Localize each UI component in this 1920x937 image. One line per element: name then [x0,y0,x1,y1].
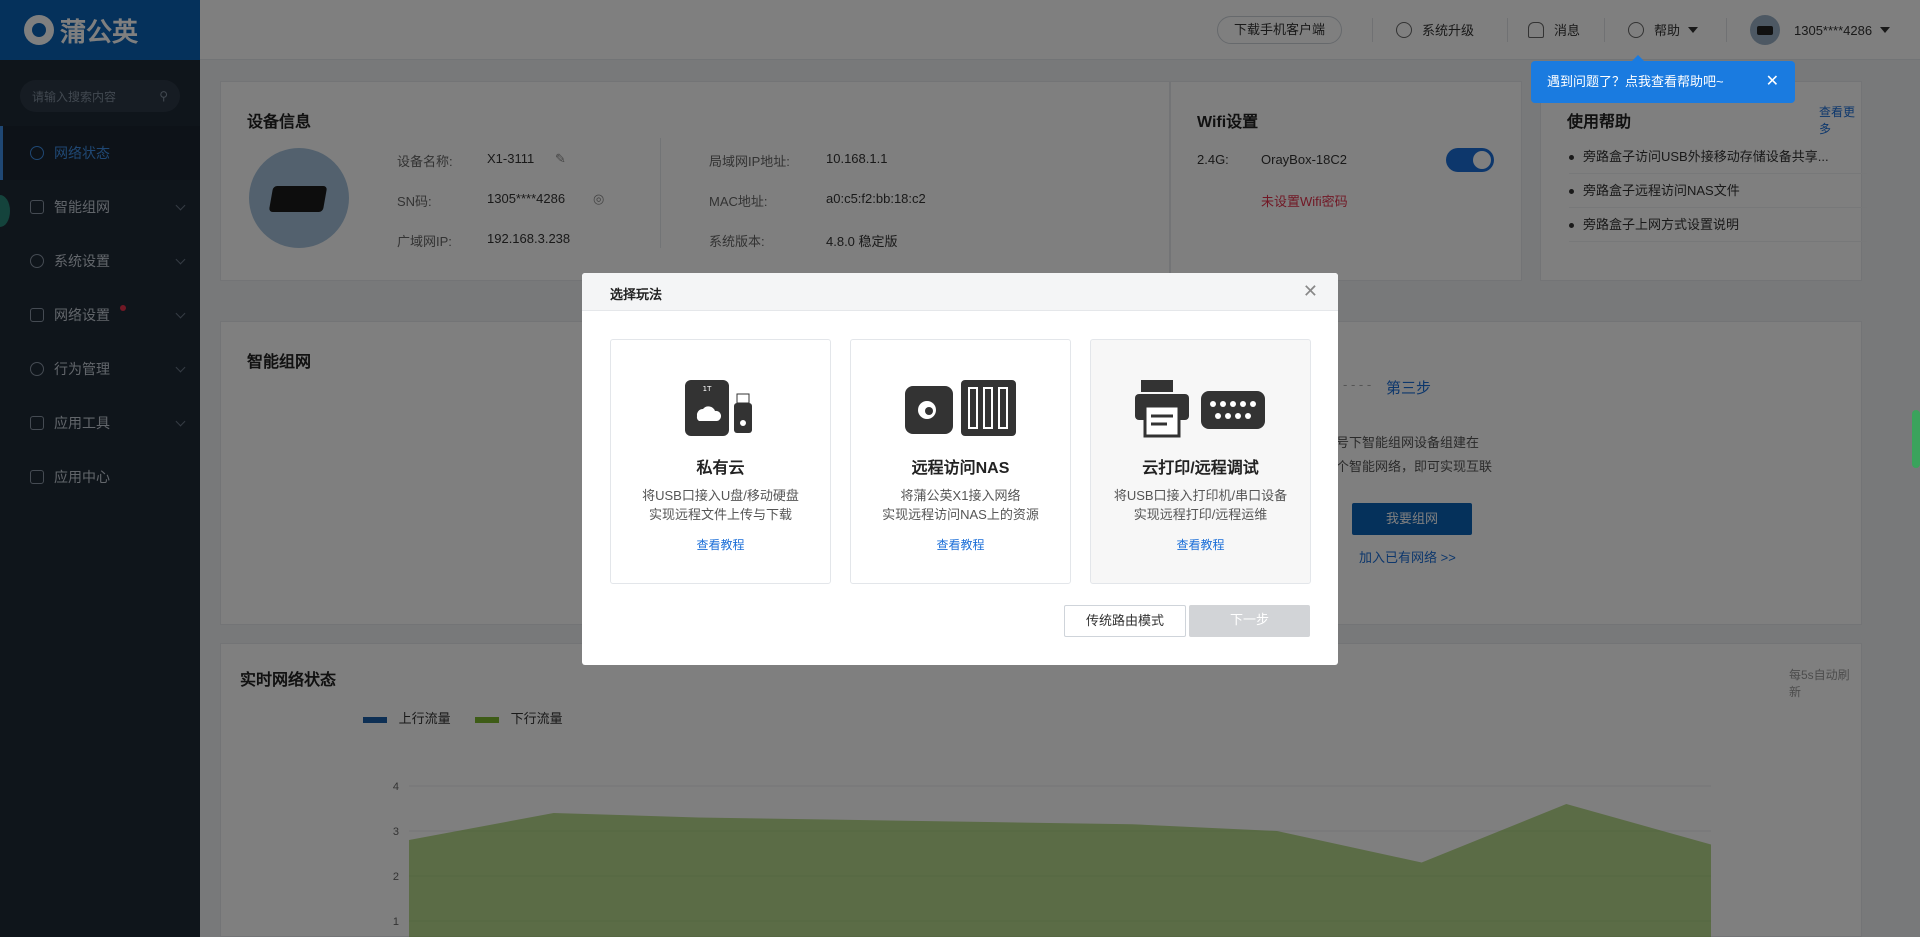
tutorial-link[interactable]: 查看教程 [1091,536,1310,553]
disk-capacity-label: 1T [703,385,712,393]
cloud-usb-icon: 1T [685,380,752,436]
traditional-router-button[interactable]: 传统路由模式 [1064,605,1186,637]
nas-icon [905,380,1016,436]
option-desc: 将USB口接入打印机/串口设备 [1113,488,1288,503]
option-desc: 实现远程文件上传与下载 [648,507,792,522]
dialog-header: 选择玩法 ✕ [582,273,1338,311]
tutorial-link[interactable]: 查看教程 [611,536,830,553]
option-name: 私有云 [696,460,745,477]
next-step-button[interactable]: 下一步 [1189,605,1310,637]
option-cloud-print[interactable]: 云打印/远程调试 将USB口接入打印机/串口设备 实现远程打印/远程运维 查看教… [1090,339,1311,584]
option-private-cloud[interactable]: 1T 私有云 将USB口接入U盘/移动硬盘 实现远程文件上传与下载 查看教程 [610,339,831,584]
option-desc: 将蒲公英X1接入网络 [900,488,1021,503]
option-desc: 实现远程打印/远程运维 [1133,507,1268,522]
option-desc: 将USB口接入U盘/移动硬盘 [642,488,799,503]
close-icon[interactable]: ✕ [1303,281,1318,302]
help-tooltip[interactable]: 遇到问题了？点我查看帮助吧~ ✕ [1531,55,1795,103]
scrollbar-thumb[interactable] [1912,410,1920,468]
option-name: 云打印/远程调试 [1142,460,1259,477]
option-desc: 实现远程访问NAS上的资源 [882,507,1039,522]
printer-serial-icon [1135,380,1265,438]
close-icon[interactable]: ✕ [1766,61,1779,103]
dialog-title: 选择玩法 [610,287,663,302]
tutorial-link[interactable]: 查看教程 [851,536,1070,553]
tooltip-text: 遇到问题了？点我查看帮助吧~ [1547,74,1724,89]
option-remote-nas[interactable]: 远程访问NAS 将蒲公英X1接入网络 实现远程访问NAS上的资源 查看教程 [850,339,1071,584]
option-name: 远程访问NAS [911,460,1010,477]
select-mode-dialog: 选择玩法 ✕ 1T 私有云 将USB口接入U盘/移动硬盘 实现远程文件上传与下载… [582,273,1338,665]
